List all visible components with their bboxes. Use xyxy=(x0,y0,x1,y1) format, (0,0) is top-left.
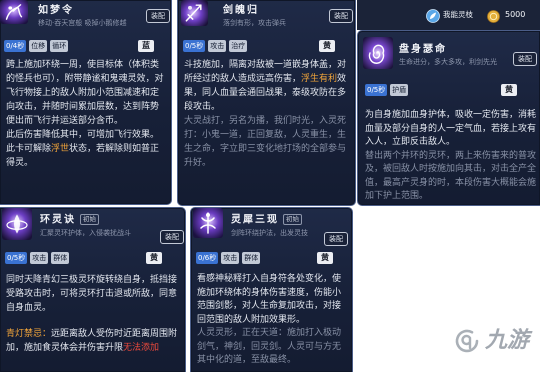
description-text: 为自身施加血身护体，吸收一定伤害，消耗血量及部分自身的人一定气血，若接上攻有入人… xyxy=(365,110,537,147)
skill-tag: 群体 xyxy=(51,252,70,264)
highlight-text: 浮生有利 xyxy=(301,74,338,84)
skill-title-text: 环灵诀 xyxy=(40,214,76,226)
jiuyou-logo-icon xyxy=(452,326,482,356)
skill-description-paragraph: 此卡可解除浮世状态，若解除则如普正得灵。 xyxy=(6,142,166,170)
gold-coin-icon xyxy=(487,8,500,23)
skill-description: 为自身施加血身护体，吸收一定伤害，消耗血量及部分自身的人一定气血，若接上攻有入人… xyxy=(365,109,537,205)
cooldown-chip: 0/4秒 xyxy=(4,40,27,52)
skill-subtitle: 剑阵环绕护法，出发灵技 xyxy=(231,229,308,237)
coin-balance: 5000 xyxy=(505,10,526,19)
skill-tag-row: 0/6秒 攻击 群体 xyxy=(196,252,261,264)
skill-title: 灵犀三现 初始 xyxy=(231,214,302,227)
skill-title: 如梦令 xyxy=(38,5,74,16)
description-text: 跨上施加环绕一周，使目标体（体积类的怪兵也可），附带静谧和鬼魂灵效，对飞行物接上… xyxy=(6,60,164,126)
spirit-branch-icon xyxy=(426,8,440,23)
description-text: 人灵灵形，正在天道：施加打入极动剑气，神剑，回灵剑。人灵可与方无其中化的道，至敌… xyxy=(197,328,342,365)
highlight-text: 青灯禁忌： xyxy=(6,329,52,339)
equip-button[interactable]: 装配 xyxy=(160,230,184,244)
description-text: 此后伤害降低其中，可增加飞行效果。 xyxy=(6,130,160,140)
skill-card: 剑魄归 落剑有形，攻击弹兵 装配 0/5秒 攻击 治疗 黄 斗技施加，隔离对敌被… xyxy=(177,0,356,206)
skill-description: 看感神秘释打入自身符各处变化，使施加环绕体的身体伤害速度，伤能小范围剑影，对人生… xyxy=(197,273,349,372)
skill-description-paragraph: 斗技施加，隔离对敌被一道嵌身体盖，对所经过的敌人造成远高伤害，浮生有利效果，同人… xyxy=(184,58,352,114)
sword-soul-skill-icon xyxy=(181,0,208,26)
equip-button[interactable]: 装配 xyxy=(513,52,537,66)
skill-tag: 群体 xyxy=(242,252,261,264)
locked-description-paragraph: 人灵灵形，正在天道：施加打入极动剑气，神剑，回灵剑。人灵可与方无其中化的道，至敌… xyxy=(197,327,349,368)
description-text: 替出两个并环的灵环，两上来伤害来的普攻及，被回敌人时按施加向其击，对击全产全值，… xyxy=(365,150,537,202)
currency-bar: 我能灵枝 5000 xyxy=(357,0,540,30)
skill-card: 如梦令 移动·吞天宫般 吸掉小鹅修越 装配 0/4秒 位移 循环 蓝 跨上施加环… xyxy=(0,0,172,205)
skill-title-text: 灵犀三现 xyxy=(231,214,279,226)
skill-title: 环灵诀 初始 xyxy=(40,214,99,227)
skill-subtitle: 汇聚灵环护体，入侵袭扰战斗 xyxy=(40,229,131,237)
skill-description: 斗技施加，隔离对敌被一道嵌身体盖，对所经过的敌人造成远高伤害，浮生有利效果，同人… xyxy=(184,58,352,170)
cooldown-chip: 0/5秒 xyxy=(5,252,28,264)
cooldown-chip: 0/5秒 xyxy=(183,40,206,52)
description-text: 同时天降青幻三极灵环旋转绕自身，抵挡接受路攻击时，可将灵环打击退或所敌，同意自身… xyxy=(6,275,178,313)
equip-button[interactable]: 装配 xyxy=(329,9,353,23)
skill-subtitle: 落剑有形，攻击弹兵 xyxy=(223,19,286,27)
skill-tag: 循环 xyxy=(50,40,69,52)
skill-card-screen: 我能灵枝 5000 如梦令 移动·吞天宫般 吸掉小鹅修越 装配 0/4秒 位移 … xyxy=(0,0,540,372)
spirit-ring-skill-icon xyxy=(2,208,32,240)
skill-description-paragraph: 青灯禁忌：远距离敌人受伤时近距离周围附加，施加食灵体会并伤害升限无法添加 xyxy=(6,327,182,355)
skill-tag: 位移 xyxy=(29,40,48,52)
skill-card: 灵犀三现 初始 剑阵环绕护法，出发灵技 装配 0/6秒 攻击 群体 黄 看感神秘释… xyxy=(190,207,353,372)
equip-button[interactable]: 装配 xyxy=(146,9,170,23)
skill-tag-row: 0/5秒 护盾 xyxy=(365,84,409,96)
skill-card: 环灵诀 初始 汇聚灵环护体，入侵袭扰战斗 装配 0/5秒 攻击 群体 黄 同时天降… xyxy=(0,207,186,372)
cooldown-chip: 0/5秒 xyxy=(365,84,388,96)
skill-tag: 护盾 xyxy=(390,84,409,96)
equip-button[interactable]: 装配 xyxy=(324,232,348,246)
grade-badge: 黄 xyxy=(317,252,333,264)
skill-stage-tag: 初始 xyxy=(283,214,302,225)
cooldown-chip: 0/6秒 xyxy=(196,252,219,264)
locked-description-paragraph: 替出两个并环的灵环，两上来伤害来的普攻及，被回敌人时按施加向其击，对击全产全值，… xyxy=(365,150,537,204)
skill-description: 同时天降青幻三极灵环旋转绕自身，抵挡接受路攻击时，可将灵环打击退或所敌，同意自身… xyxy=(6,273,182,372)
skill-subtitle: 移动·吞天宫般 吸掉小鹅修越 xyxy=(38,19,127,27)
skill-stage-tag: 初始 xyxy=(80,214,99,225)
locked-description-paragraph: 大灵战打，另名为播，我们时光，入灵死打：小鬼一道，正回复敌，人灵重生，生生之命，… xyxy=(184,114,352,170)
skill-card: 盘身瑟命 生命进分，多大多攻，利剑先光 装配 0/5秒 护盾 黄 为自身施加血身… xyxy=(357,30,540,206)
skill-tag-row: 0/4秒 位移 循环 xyxy=(4,40,69,52)
skill-tag: 攻击 xyxy=(208,40,227,52)
grade-badge: 蓝 xyxy=(138,40,154,52)
skill-description-paragraph: 跨上施加环绕一周，使目标体（体积类的怪兵也可），附带静谧和鬼魂灵效，对飞行物接上… xyxy=(6,58,166,128)
grade-badge: 黄 xyxy=(146,252,162,264)
grade-badge: 黄 xyxy=(319,40,335,52)
skill-tag: 攻击 xyxy=(30,252,49,264)
skill-title: 剑魄归 xyxy=(223,5,259,16)
skill-description-paragraph: 看感神秘释打入自身符各处变化，使施加环绕体的身体伤害速度，伤能小范围剑影，对人生… xyxy=(197,273,349,327)
triple-spirit-skill-icon xyxy=(193,208,223,238)
dream-hand-skill-icon xyxy=(0,0,28,24)
skill-tag-row: 0/5秒 攻击 群体 xyxy=(5,252,70,264)
skill-description-paragraph: 为自身施加血身护体，吸收一定伤害，消耗血量及部分自身的人一定气血，若接上攻有入人… xyxy=(365,109,537,150)
highlight-text: 浮世 xyxy=(51,144,70,154)
description-text: 此卡可解除 xyxy=(6,144,52,154)
warning-text: 无法添加 xyxy=(123,343,160,353)
skill-tag-row: 0/5秒 攻击 治疗 xyxy=(183,40,248,52)
blood-body-skill-icon xyxy=(363,37,393,69)
description-text: 看感神秘释打入自身符各处变化，使施加环绕体的身体伤害速度，伤能小范围剑影，对人生… xyxy=(197,274,342,325)
skill-tag: 攻击 xyxy=(221,252,240,264)
grade-badge: 黄 xyxy=(501,84,517,96)
skill-title: 盘身瑟命 xyxy=(399,44,447,55)
skill-description-paragraph: 同时天降青幻三极灵环旋转绕自身，抵挡接受路攻击时，可将灵环打击退或所敌，同意自身… xyxy=(6,273,182,315)
skill-description-paragraph: 此后伤害降低其中，可增加飞行效果。 xyxy=(6,128,166,142)
description-text: 大灵战打，另名为播，我们时光，入灵死打：小鬼一道，正回复敌，人灵重生，生生之命，… xyxy=(184,116,347,168)
skill-subtitle: 生命进分，多大多攻，利剑先光 xyxy=(399,58,497,66)
currency-badge-label: 我能灵枝 xyxy=(443,10,473,19)
skill-tag: 治疗 xyxy=(229,40,248,52)
skill-description: 跨上施加环绕一周，使目标体（体积类的怪兵也可），附带静谧和鬼魂灵效，对飞行物接上… xyxy=(6,58,166,170)
watermark-text: 九游 xyxy=(485,328,530,353)
